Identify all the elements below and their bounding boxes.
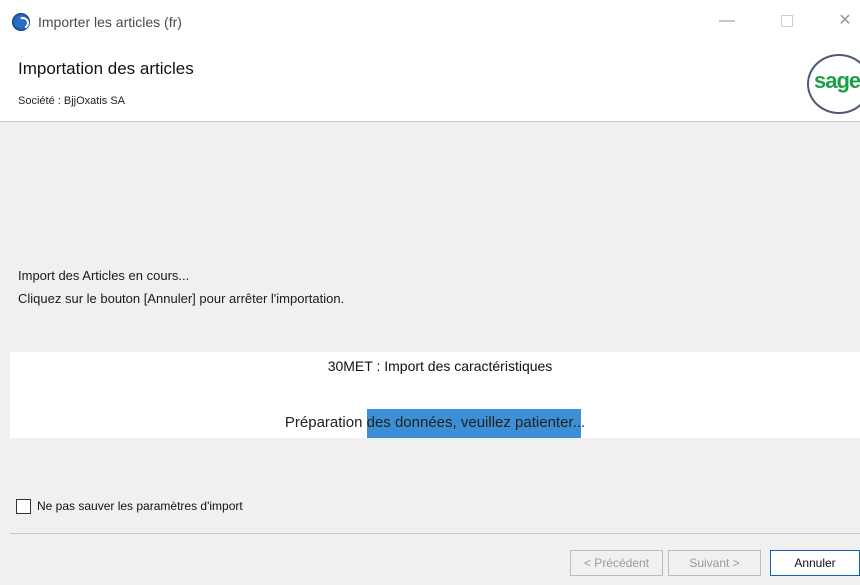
close-button[interactable]: ✕ bbox=[830, 10, 860, 32]
no-save-checkbox[interactable] bbox=[16, 499, 31, 514]
cancel-button[interactable]: Annuler bbox=[770, 550, 860, 576]
previous-button[interactable]: < Précédent bbox=[570, 550, 663, 576]
sage-logo: sage bbox=[807, 54, 860, 114]
progress-status-text: Préparation des données, veuillez patien… bbox=[284, 414, 586, 431]
title-bar: Importer les articles (fr) — ✕ bbox=[0, 0, 860, 44]
footer-divider bbox=[10, 533, 860, 534]
maximize-button[interactable] bbox=[772, 10, 802, 32]
window-title: Importer les articles (fr) bbox=[38, 14, 182, 30]
app-icon bbox=[12, 13, 30, 31]
progress-panel: 30MET : Import des caractéristiques Prép… bbox=[10, 352, 860, 438]
next-button[interactable]: Suivant > bbox=[668, 550, 761, 576]
minimize-button[interactable]: — bbox=[712, 10, 742, 32]
wizard-header: Importation des articles Société : BjjOx… bbox=[0, 44, 860, 122]
no-save-label: Ne pas sauver les paramètres d'import bbox=[37, 499, 243, 513]
company-label: Société : BjjOxatis SA bbox=[18, 95, 125, 107]
logo-text: sage bbox=[814, 68, 860, 93]
maximize-icon bbox=[781, 14, 793, 27]
cancel-hint-message: Cliquez sur le bouton [Annuler] pour arr… bbox=[18, 291, 345, 306]
page-title: Importation des articles bbox=[18, 59, 194, 78]
import-status-message: Import des Articles en cours... bbox=[18, 268, 190, 283]
